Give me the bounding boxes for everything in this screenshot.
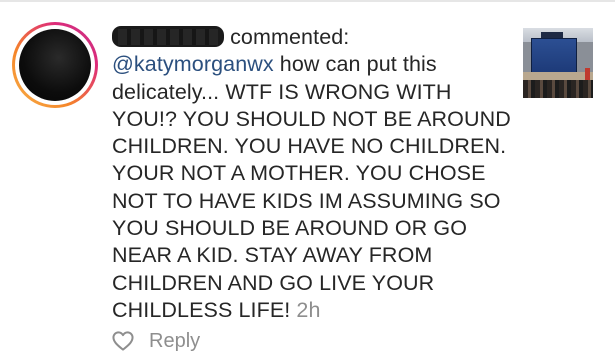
comment-notification[interactable]: commented: @katymorganwx how can put this… bbox=[0, 0, 615, 362]
comment-text: commented: @katymorganwx how can put this… bbox=[112, 24, 512, 324]
username-redacted[interactable] bbox=[112, 26, 224, 47]
mention-link[interactable]: @katymorganwx bbox=[112, 52, 274, 76]
comment-body: how can put this delicately... WTF IS WR… bbox=[112, 52, 511, 322]
thumbnail-screen bbox=[531, 38, 577, 74]
avatar-photo-redacted bbox=[19, 29, 91, 101]
avatar-ring-gap bbox=[15, 25, 95, 105]
thumbnail-crowd bbox=[523, 80, 593, 98]
action-label: commented: bbox=[230, 25, 350, 49]
avatar[interactable] bbox=[12, 22, 98, 108]
timestamp: 2h bbox=[296, 297, 321, 322]
post-thumbnail[interactable] bbox=[523, 28, 593, 98]
heart-icon[interactable] bbox=[112, 331, 134, 351]
reply-button[interactable]: Reply bbox=[149, 329, 200, 353]
